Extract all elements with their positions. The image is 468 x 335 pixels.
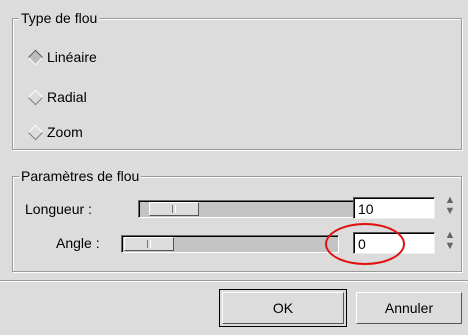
length-spin-input[interactable]: 10: [353, 197, 435, 219]
button-divider: [0, 280, 468, 282]
ok-button[interactable]: OK: [219, 289, 347, 327]
radio-zoom[interactable]: Zoom: [27, 122, 83, 142]
angle-spin-input[interactable]: 0: [353, 232, 435, 254]
radio-indicator-icon: [27, 89, 44, 105]
blur-params-title: Paramètres de flou: [19, 167, 142, 185]
length-slider[interactable]: [138, 200, 355, 218]
angle-label: Angle :: [56, 235, 100, 251]
slider-grip-icon: [147, 240, 151, 248]
cancel-button[interactable]: Annuler: [356, 292, 462, 324]
angle-slider-thumb[interactable]: [124, 237, 174, 251]
spin-down-icon[interactable]: ▼: [443, 206, 457, 217]
radio-zoom-label: Zoom: [47, 124, 83, 140]
spin-down-icon[interactable]: ▼: [443, 241, 457, 252]
length-label: Longueur :: [25, 201, 92, 217]
angle-slider[interactable]: [121, 235, 339, 253]
radio-lineaire[interactable]: Linéaire: [27, 47, 97, 67]
angle-spin-arrows[interactable]: ▲ ▼: [443, 230, 457, 256]
slider-grip-icon: [172, 205, 176, 213]
length-spin-arrows[interactable]: ▲ ▼: [443, 195, 457, 221]
radio-indicator-icon: [27, 124, 44, 140]
radio-lineaire-label: Linéaire: [47, 49, 97, 65]
radio-radial-label: Radial: [47, 89, 87, 105]
blur-params-group: Paramètres de flou Longueur : 10 ▲ ▼ Ang…: [12, 167, 462, 272]
length-slider-thumb[interactable]: [149, 202, 199, 216]
radio-indicator-icon: [27, 49, 44, 65]
blur-type-title: Type de flou: [19, 9, 100, 27]
radio-radial[interactable]: Radial: [27, 87, 87, 107]
blur-type-group: Type de flou Linéaire Radial Zoom: [12, 9, 462, 150]
